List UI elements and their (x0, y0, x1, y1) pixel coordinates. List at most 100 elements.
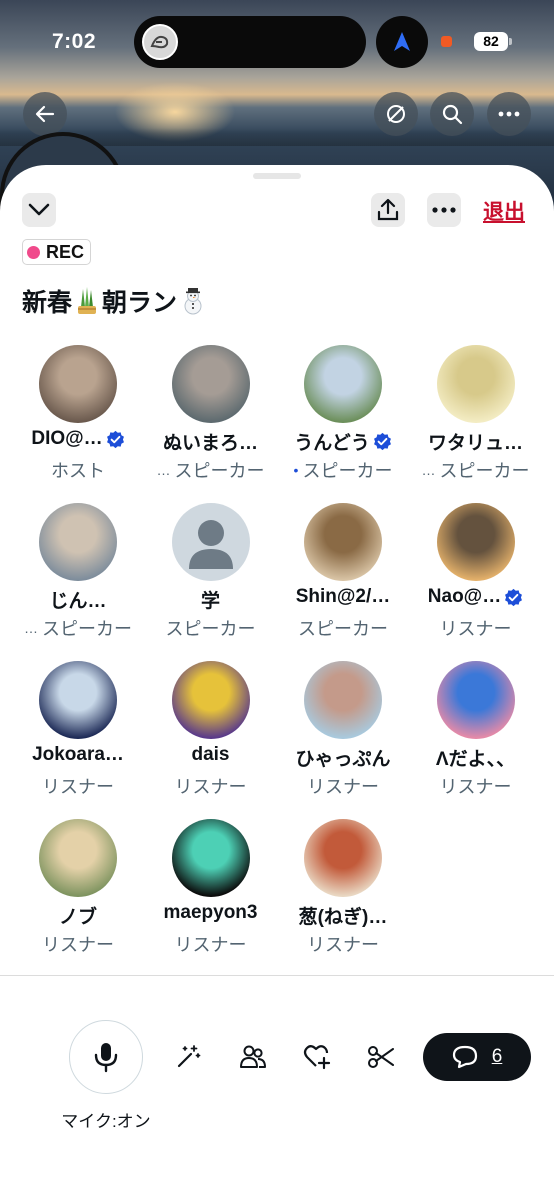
participant-avatar[interactable] (304, 503, 382, 581)
leave-space-link[interactable]: 退出 (483, 196, 525, 226)
participant-name: うんどう (294, 433, 370, 454)
collapse-button[interactable] (22, 193, 56, 227)
reaction-button[interactable] (302, 1042, 332, 1072)
verified-badge-icon (106, 430, 124, 448)
participant-avatar[interactable] (39, 819, 117, 897)
participant-card[interactable]: 学スピーカー (145, 503, 278, 655)
participant-card[interactable]: dais リスナー (145, 661, 278, 813)
participant-name-row: ひゃっぷん (277, 744, 409, 771)
participant-avatar[interactable] (171, 819, 250, 897)
participant-card[interactable]: じん… … スピーカー (12, 503, 145, 655)
role-prefix-mark: … (421, 462, 436, 478)
participant-name-row: ノブ (12, 902, 144, 929)
participant-name: Jokoara… (32, 744, 124, 765)
clip-button[interactable] (366, 1042, 396, 1072)
participant-role: リスナー (42, 777, 114, 797)
participant-role-row: … スピーカー (12, 615, 144, 641)
recording-dot-icon (27, 245, 40, 259)
participant-avatar[interactable] (436, 345, 515, 423)
back-button[interactable] (23, 92, 67, 136)
circle-slash-icon (387, 105, 405, 123)
participant-avatar[interactable] (304, 345, 382, 423)
status-time: 7:02 (52, 30, 97, 53)
participant-card[interactable]: 葱(ねぎ)… リスナー (277, 819, 410, 971)
participant-card[interactable]: ワタリュ… … スピーカー (410, 345, 543, 497)
participant-avatar[interactable] (304, 661, 382, 739)
chevron-down-icon (28, 203, 50, 216)
scissors-icon (368, 1046, 394, 1068)
space-menu-button[interactable] (427, 193, 461, 227)
participant-avatar[interactable] (39, 503, 117, 581)
mic-status-label: マイク:オン (61, 1112, 151, 1131)
participant-role: リスナー (307, 777, 379, 797)
participant-name: ワタリュ… (427, 433, 523, 454)
participant-card[interactable]: ぬいまろ… … スピーカー (145, 345, 278, 497)
participant-avatar[interactable] (436, 661, 515, 739)
participant-name: 葱(ねぎ)… (298, 907, 388, 928)
participant-role-row: リスナー (145, 931, 277, 957)
participant-name-row: じん… (12, 586, 144, 613)
comments-button[interactable]: 6 (423, 1033, 531, 1081)
participant-card[interactable]: Λだよ、、 リスナー (410, 661, 543, 813)
comments-count: 6 (491, 1046, 503, 1067)
dynamic-island (134, 16, 366, 68)
space-title-part2: 朝ラン (102, 289, 178, 317)
participant-avatar[interactable] (39, 345, 117, 423)
verified-badge-icon (505, 588, 523, 606)
people-icon (240, 1045, 266, 1068)
people-button[interactable] (238, 1042, 268, 1072)
role-prefix-mark: • (293, 462, 299, 478)
participant-name: ノブ (58, 907, 97, 928)
navigation-arrow-icon (376, 16, 428, 68)
participant-name-row: 学 (145, 586, 277, 613)
participant-card[interactable]: うんどう • スピーカー (277, 345, 410, 497)
search-button[interactable] (430, 92, 474, 136)
participant-role-row: リスナー (410, 773, 542, 799)
participant-role: スピーカー (174, 461, 265, 481)
space-title: 新春 朝ラン (22, 283, 209, 319)
participant-role-row: リスナー (277, 773, 409, 799)
participant-name-row: dais (145, 744, 277, 766)
role-prefix-mark: … (156, 462, 171, 478)
magic-wand-icon (177, 1045, 201, 1068)
participant-card[interactable]: Shin@2/… スピーカー (277, 503, 410, 655)
participant-name: Shin@2/… (295, 586, 391, 607)
participant-card[interactable]: Jokoara… リスナー (12, 661, 145, 813)
participant-role: スピーカー (165, 619, 256, 639)
no-mute-button[interactable] (374, 92, 418, 136)
participant-role-row: … スピーカー (410, 457, 542, 483)
kadomatsu-emoji-icon (78, 287, 97, 314)
more-dots-icon (432, 207, 456, 213)
participant-avatar[interactable] (39, 661, 117, 739)
battery-icon: 82 (474, 32, 508, 51)
participant-name-row: Jokoara… (12, 744, 144, 766)
participant-avatar[interactable] (436, 503, 515, 581)
more-options-button[interactable] (487, 92, 531, 136)
participant-name: じん… (49, 591, 107, 612)
participant-avatar[interactable] (171, 661, 250, 739)
participant-avatar[interactable] (171, 345, 250, 423)
participant-card[interactable]: Nao@… リスナー (410, 503, 543, 655)
space-sheet: 退出 REC 新春 朝ラン DIO@… ホスト ぬいまろ…… スピーカー うんどう • スピ… (0, 165, 554, 1200)
participant-card[interactable]: maepyon3 リスナー (145, 819, 278, 971)
effects-button[interactable] (173, 1042, 203, 1072)
participant-avatar[interactable] (304, 819, 382, 897)
participant-role: リスナー (307, 935, 379, 955)
participant-role-row: リスナー (12, 931, 144, 957)
sheet-grabber[interactable] (253, 173, 301, 179)
participant-card[interactable]: ひゃっぷん リスナー (277, 661, 410, 813)
mic-toggle-button[interactable] (69, 1020, 143, 1094)
default-person-icon (188, 520, 233, 569)
participant-avatar[interactable] (171, 503, 250, 581)
participant-card[interactable]: DIO@… ホスト (12, 345, 145, 497)
participant-name-row: DIO@… (12, 428, 144, 450)
participant-name-row: maepyon3 (145, 902, 277, 924)
participant-name-row: Shin@2/… (277, 586, 409, 608)
share-button[interactable] (371, 193, 405, 227)
participant-name-row: ワタリュ… (410, 428, 542, 455)
battery-nub (509, 38, 512, 45)
participant-name: DIO@… (31, 428, 103, 449)
participant-card[interactable]: ノブ リスナー (12, 819, 145, 971)
participant-name: Nao@… (427, 586, 502, 607)
recording-label: REC (46, 241, 85, 262)
